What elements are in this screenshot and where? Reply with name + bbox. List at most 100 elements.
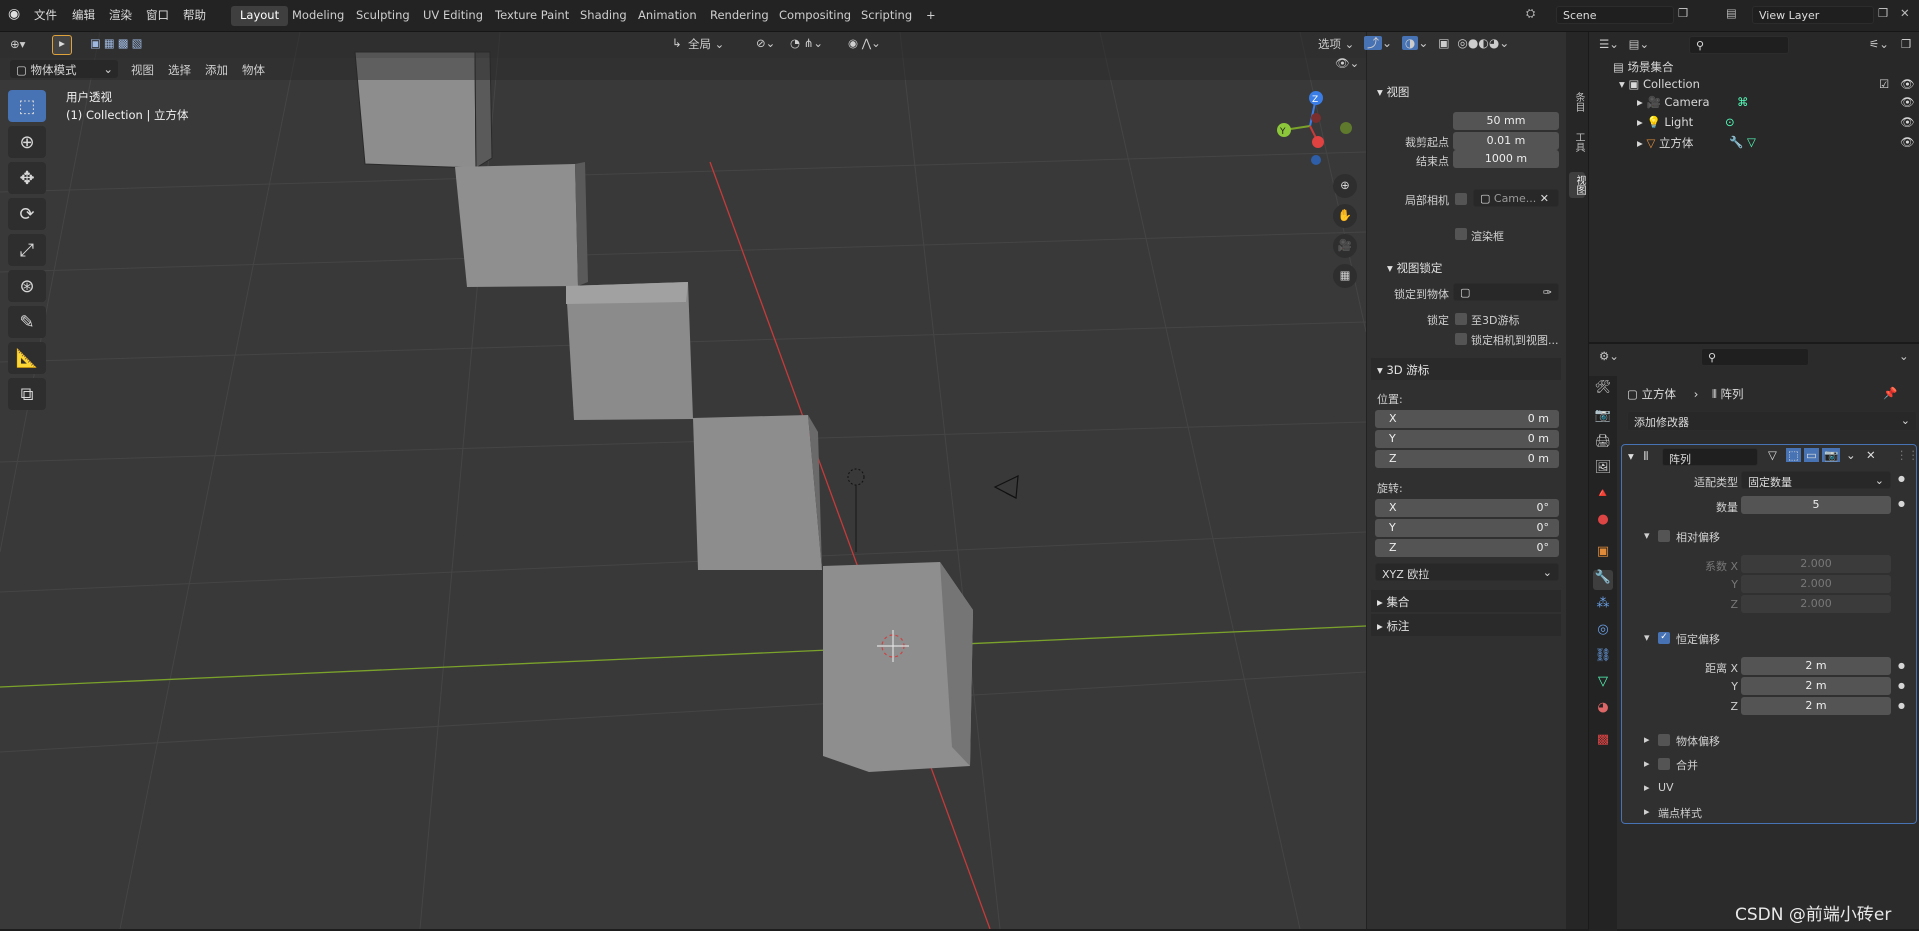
- merge-checkbox[interactable]: [1658, 758, 1670, 770]
- rotation-mode-dropdown[interactable]: XYZ 欧拉 ⌄: [1375, 563, 1559, 581]
- menu-select[interactable]: 选择: [168, 62, 191, 78]
- tab-rendering[interactable]: Rendering: [701, 6, 778, 26]
- local-camera-field[interactable]: ▢ Came... ✕: [1473, 189, 1559, 207]
- orientation-dropdown[interactable]: 全局 ⌄: [688, 35, 746, 53]
- menu-window[interactable]: 窗口: [146, 7, 169, 23]
- focal-length-field[interactable]: 50 mm: [1453, 112, 1559, 130]
- filter-icon[interactable]: ⚟⌄: [1869, 37, 1889, 51]
- object-offset-toggle[interactable]: ▸: [1644, 733, 1650, 746]
- menu-file[interactable]: 文件: [34, 7, 57, 23]
- close-icon[interactable]: ✕: [1866, 448, 1876, 462]
- menu-render[interactable]: 渲染: [109, 7, 132, 23]
- tab-tool[interactable]: 工具: [1570, 132, 1584, 152]
- shading-modes-icons[interactable]: ◎●◐◕⌄: [1457, 36, 1509, 50]
- rotation-x-field[interactable]: X 0°: [1375, 499, 1559, 517]
- lock-camera-checkbox[interactable]: [1455, 333, 1467, 345]
- object-offset-checkbox[interactable]: [1658, 734, 1670, 746]
- menu-help[interactable]: 帮助: [183, 7, 206, 23]
- copy-scene-icon[interactable]: ❐: [1678, 6, 1688, 20]
- display-mode-icon[interactable]: ☰⌄: [1599, 37, 1619, 51]
- count-field[interactable]: 5: [1741, 496, 1891, 514]
- tab-texture-paint[interactable]: Texture Paint: [486, 6, 578, 26]
- tab-layout[interactable]: Layout: [231, 6, 289, 26]
- scene-field[interactable]: Scene: [1556, 6, 1674, 24]
- outliner-camera[interactable]: ▸ 🎥 Camera ⌘ 👁: [1589, 92, 1919, 110]
- pin-icon[interactable]: 📌: [1883, 386, 1897, 400]
- keyframe-dot-icon[interactable]: ●: [1898, 474, 1905, 483]
- lock-to-object-field[interactable]: ▢ ✑: [1453, 283, 1559, 301]
- tab-item[interactable]: 条目: [1570, 92, 1584, 112]
- distance-x-field[interactable]: 2 m: [1741, 657, 1891, 675]
- physics-tab-icon[interactable]: ◎: [1593, 622, 1613, 642]
- constraints-tab-icon[interactable]: ⛓: [1593, 648, 1613, 668]
- filter-type-icon[interactable]: ▤⌄: [1629, 37, 1650, 51]
- tab-shading[interactable]: Shading: [571, 6, 636, 26]
- menu-view[interactable]: 视图: [131, 62, 154, 78]
- outliner-collection[interactable]: ▾ ▣ Collection ☑ 👁: [1589, 74, 1919, 92]
- select-tool-icon[interactable]: ▸: [52, 35, 72, 55]
- snap-icon[interactable]: ◔ ⋔⌄: [790, 36, 823, 50]
- copy-layer-icon[interactable]: ❐: [1878, 6, 1888, 20]
- view-layer-icon[interactable]: ▤: [1726, 6, 1737, 20]
- measure-icon[interactable]: 📐: [8, 342, 46, 374]
- drag-handle-icon[interactable]: ⋮⋮: [1896, 448, 1919, 462]
- object-mode-dropdown[interactable]: ▢ 物体模式 ⌄: [10, 60, 118, 78]
- edit-mode-toggle-icon[interactable]: ▽: [1768, 448, 1777, 462]
- chevron-down-icon[interactable]: ⌄: [1846, 448, 1856, 462]
- render-region-checkbox[interactable]: [1455, 228, 1467, 240]
- constant-offset-checkbox[interactable]: ✓: [1658, 632, 1670, 644]
- distance-y-field[interactable]: 2 m: [1741, 677, 1891, 695]
- factor-y-field[interactable]: 2.000: [1741, 575, 1891, 593]
- tab-view[interactable]: 视图: [1569, 172, 1585, 198]
- distance-z-field[interactable]: 2 m: [1741, 697, 1891, 715]
- menu-object[interactable]: 物体: [242, 62, 265, 78]
- pan-hand-icon[interactable]: ✋: [1333, 204, 1357, 228]
- eyedropper-icon[interactable]: ✑: [1543, 286, 1552, 299]
- outliner-scene-collection[interactable]: ▤ 场景集合: [1589, 56, 1919, 74]
- modifier-tab-icon[interactable]: 🔧: [1593, 570, 1613, 590]
- pivot-icon[interactable]: ⊘⌄: [756, 36, 775, 50]
- cursor-x-field[interactable]: X 0 m: [1375, 410, 1559, 428]
- constant-offset-toggle[interactable]: ▾: [1644, 631, 1650, 644]
- cage-toggle-icon[interactable]: ⬚: [1786, 448, 1801, 462]
- factor-z-field[interactable]: 2.000: [1741, 595, 1891, 613]
- editor-type-icon[interactable]: ⊕▾: [10, 37, 25, 51]
- fit-type-dropdown[interactable]: 固定数量 ⌄: [1741, 471, 1891, 489]
- clip-start-field[interactable]: 0.01 m: [1453, 132, 1559, 150]
- panel-collection-header[interactable]: ▸ 集合: [1371, 590, 1561, 612]
- visibility-icon[interactable]: 👁⌄: [1335, 56, 1359, 70]
- panel-view-lock-header[interactable]: ▾ 视图锁定: [1381, 256, 1571, 278]
- proportional-edit-icon[interactable]: ◉ ⋀⌄: [848, 36, 881, 50]
- cursor-y-field[interactable]: Y 0 m: [1375, 430, 1559, 448]
- object-tab-icon[interactable]: ▣: [1593, 544, 1613, 564]
- eye-icon[interactable]: 👁: [1900, 95, 1915, 109]
- keyframe-dot-icon[interactable]: ●: [1898, 701, 1905, 710]
- world-tab-icon[interactable]: ●: [1593, 512, 1613, 532]
- tab-animation[interactable]: Animation: [629, 6, 706, 26]
- overlay-toggle-icon[interactable]: ◑: [1401, 36, 1419, 50]
- transform-icon[interactable]: ⊛: [8, 270, 46, 302]
- collapse-icon[interactable]: ▾: [1628, 449, 1634, 463]
- modifier-name-field[interactable]: 阵列: [1662, 448, 1758, 466]
- annotate-icon[interactable]: ✎: [8, 306, 46, 338]
- options-chevron-icon[interactable]: ⌄: [1899, 349, 1909, 363]
- output-tab-icon[interactable]: 🖨: [1593, 434, 1613, 454]
- render-toggle-icon[interactable]: 📷: [1822, 448, 1841, 462]
- panel-view-header[interactable]: ▾ 视图: [1371, 80, 1561, 102]
- cursor-icon[interactable]: ⊕: [8, 126, 46, 158]
- add-cube-icon[interactable]: ⧉: [8, 378, 46, 410]
- zoom-icon[interactable]: ⊕: [1333, 174, 1357, 198]
- eye-icon[interactable]: 👁: [1900, 77, 1915, 91]
- keyframe-dot-icon[interactable]: ●: [1898, 499, 1905, 508]
- outliner-light[interactable]: ▸ 💡 Light ⊙ 👁: [1589, 112, 1919, 130]
- select-box-icon[interactable]: ⬚: [8, 90, 46, 122]
- gizmo-toggle-icon[interactable]: ⤴: [1364, 36, 1383, 50]
- viewport-toggle-icon[interactable]: ▭: [1804, 448, 1819, 462]
- uv-toggle[interactable]: ▸: [1644, 781, 1650, 794]
- eye-icon[interactable]: 👁: [1900, 115, 1915, 129]
- render-tab-icon[interactable]: 📷: [1593, 408, 1613, 428]
- tab-scripting[interactable]: Scripting: [852, 6, 921, 26]
- transform-orientation-icon[interactable]: ↳: [672, 36, 682, 50]
- menu-add[interactable]: 添加: [205, 62, 228, 78]
- 3d-viewport[interactable]: ⊕▾ ▸ ▣▦▩▧ ▢ 物体模式 ⌄ 视图 选择 添加 物体 ↳ 全局 ⌄ ⊘⌄ …: [0, 32, 1366, 929]
